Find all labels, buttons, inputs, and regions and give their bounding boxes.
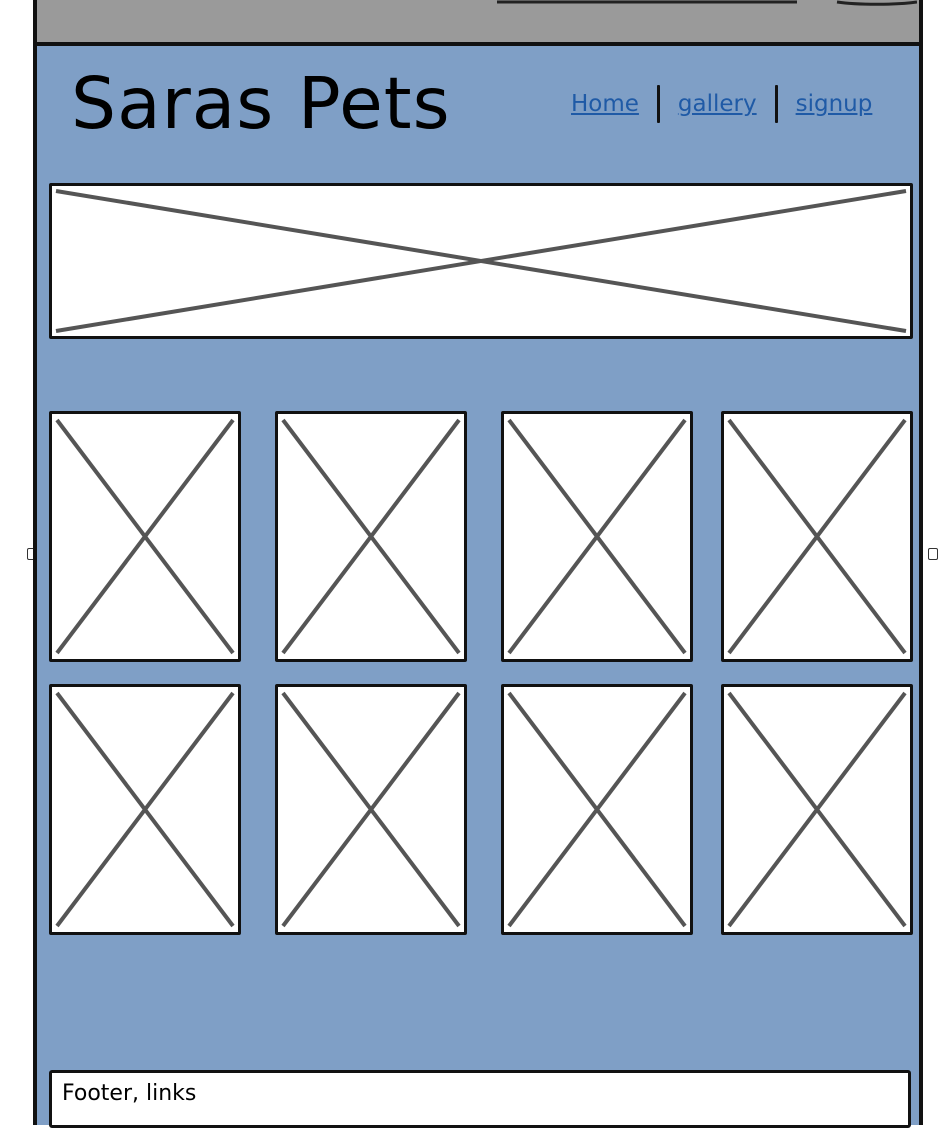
nav-link-signup[interactable]: signup <box>796 91 873 117</box>
image-placeholder-icon <box>507 418 687 655</box>
image-placeholder-icon <box>507 691 687 928</box>
nav-separator <box>774 85 778 123</box>
gallery-image-placeholder[interactable] <box>49 411 241 662</box>
image-placeholder-icon <box>55 418 235 655</box>
gallery-image-placeholder[interactable] <box>721 411 913 662</box>
gallery-image-placeholder[interactable] <box>721 684 913 935</box>
image-placeholder-icon <box>727 691 907 928</box>
gallery-image-placeholder[interactable] <box>501 684 693 935</box>
image-placeholder-icon <box>281 691 461 928</box>
gallery-image-placeholder[interactable] <box>501 411 693 662</box>
image-placeholder-icon <box>55 691 235 928</box>
footer: Footer, links <box>49 1070 911 1128</box>
browser-window: Saras Pets Home gallery signup Footer, l… <box>33 0 923 1128</box>
browser-top-bar <box>37 0 919 46</box>
image-placeholder-icon <box>281 418 461 655</box>
image-placeholder-icon <box>727 418 907 655</box>
address-bar-shape <box>497 0 917 6</box>
gallery-image-placeholder[interactable] <box>275 684 467 935</box>
nav-link-gallery[interactable]: gallery <box>678 91 757 117</box>
site-title: Saras Pets <box>71 62 451 145</box>
main-nav: Home gallery signup <box>571 84 872 124</box>
nav-separator <box>656 85 660 123</box>
gallery-image-placeholder[interactable] <box>49 684 241 935</box>
footer-text: Footer, links <box>62 1081 197 1106</box>
image-placeholder-icon <box>55 189 907 333</box>
gallery-image-placeholder[interactable] <box>275 411 467 662</box>
nav-link-home[interactable]: Home <box>571 91 639 117</box>
resize-handle-right[interactable] <box>928 548 938 560</box>
banner-image-placeholder <box>49 183 913 339</box>
